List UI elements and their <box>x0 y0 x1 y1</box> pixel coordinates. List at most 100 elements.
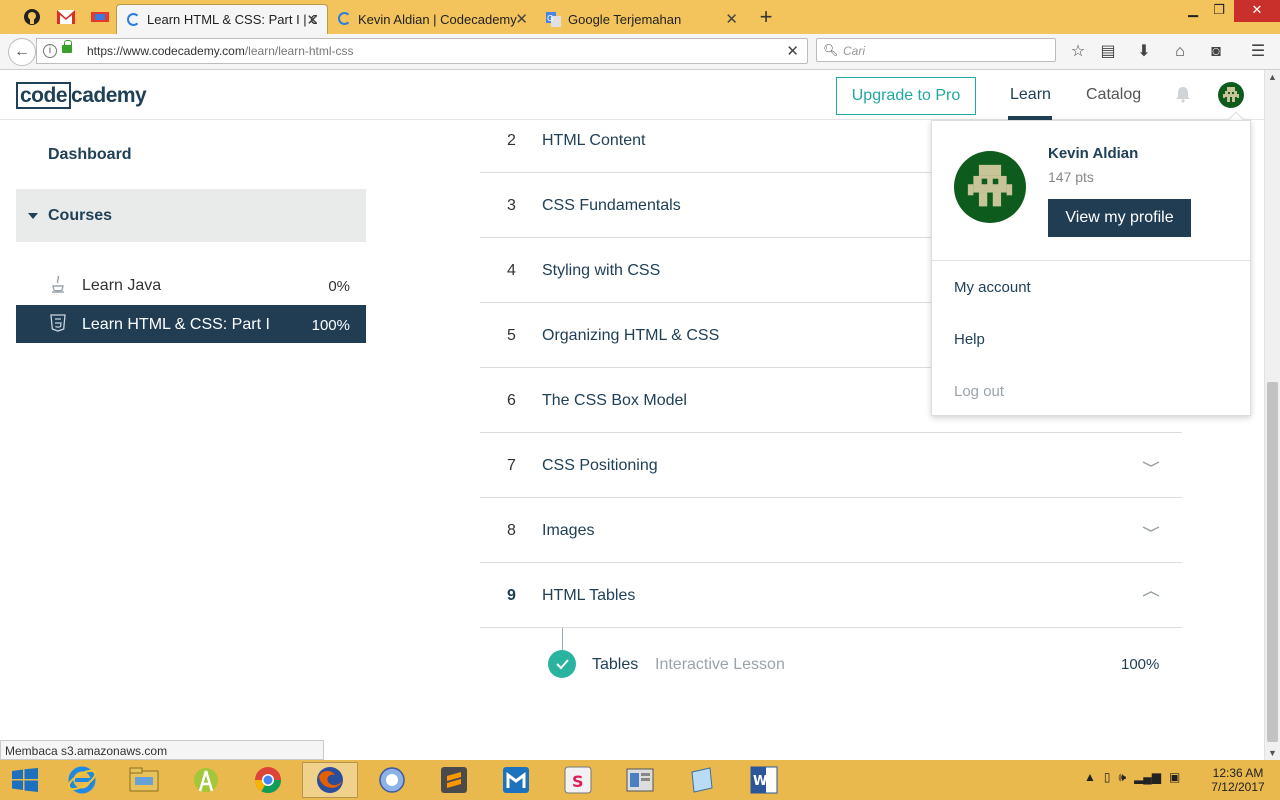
taskbar-window-app[interactable] <box>612 762 668 798</box>
codecademy-logo[interactable]: code cademy <box>16 82 147 109</box>
device-icon[interactable]: ▯ <box>1104 770 1111 790</box>
unit-number: 6 <box>507 392 516 409</box>
unit-title: The CSS Box Model <box>542 392 687 409</box>
system-tray: ▲ ▯ 🕪︎ ▂▄▆ ▣ <box>1084 770 1180 790</box>
taskbar-notepad[interactable] <box>674 762 730 798</box>
taskbar-android-studio[interactable] <box>178 762 234 798</box>
lesson-title-link[interactable]: Tables <box>592 656 638 674</box>
url-bar[interactable]: i https://www.codecademy.com/learn/learn… <box>36 38 808 64</box>
tab-label: Learn HTML & CSS: Part I | C <box>147 12 317 27</box>
unit-number: 9 <box>507 587 516 604</box>
android-studio-icon <box>194 768 218 792</box>
taskbar-clock[interactable]: 12:36 AM 7/12/2017 <box>1205 766 1271 794</box>
taskbar-maxthon[interactable] <box>488 762 544 798</box>
tab-learn-html-css[interactable]: Learn HTML & CSS: Part I | C ✕ <box>116 4 328 34</box>
network-icon[interactable]: ▣ <box>1169 770 1180 790</box>
taskbar-file-explorer[interactable] <box>116 762 172 798</box>
mail-app-icon <box>91 12 109 22</box>
view-profile-button[interactable]: View my profile <box>1048 199 1191 237</box>
course-title: Learn HTML & CSS: Part I <box>82 316 270 333</box>
search-input[interactable]: 🔍︎ Cari <box>816 38 1056 62</box>
unit-row-expanded[interactable]: 9 HTML Tables <box>480 563 1182 628</box>
unit-title: CSS Fundamentals <box>542 197 681 214</box>
stop-loading-icon[interactable]: ✕ <box>786 42 799 60</box>
back-button[interactable]: ← <box>8 38 36 66</box>
user-avatar-button[interactable] <box>1218 82 1244 108</box>
restore-window-button[interactable]: ❐ <box>1204 0 1234 22</box>
sidebar-course-learn-java[interactable]: Learn Java 0% <box>16 266 366 304</box>
logo-cademy: cademy <box>71 84 147 107</box>
scrollbar-thumb[interactable] <box>1267 382 1278 742</box>
windows-start-icon[interactable] <box>12 768 38 792</box>
gmail-pinned-tab[interactable] <box>54 5 78 29</box>
pocket-icon[interactable]: ◙ <box>1206 42 1226 62</box>
word-icon: W <box>750 766 778 794</box>
dropdown-divider <box>932 260 1250 261</box>
loading-spinner-icon <box>127 13 140 26</box>
github-pinned-tab[interactable] <box>20 5 44 29</box>
close-window-button[interactable]: ✕ <box>1234 0 1280 22</box>
unit-number: 2 <box>507 132 516 149</box>
taskbar-chrome[interactable] <box>240 762 296 798</box>
course-title: Learn Java <box>82 277 162 294</box>
chevron-down-icon[interactable] <box>1142 520 1160 538</box>
chevron-down-icon[interactable] <box>1142 455 1160 473</box>
page-scrollbar[interactable]: ▲ ▼ <box>1264 70 1280 760</box>
sidebar-dashboard-link[interactable]: Dashboard <box>48 146 132 164</box>
profile-dropdown-menu: Kevin Aldian 147 pts View my profile My … <box>931 120 1251 416</box>
reading-list-icon[interactable]: ▤ <box>1098 42 1118 62</box>
tab-label: Google Terjemahan <box>568 11 682 27</box>
logo-code: code <box>16 82 72 109</box>
unit-title: Images <box>542 522 595 539</box>
profile-name: Kevin Aldian <box>1048 145 1139 162</box>
taskbar-slack[interactable]: S <box>550 762 606 798</box>
svg-text:G: G <box>547 14 553 23</box>
url-text[interactable]: https://www.codecademy.com/learn/learn-h… <box>87 44 354 58</box>
scroll-down-arrow-icon[interactable]: ▼ <box>1268 748 1277 758</box>
mail-pinned-tab[interactable] <box>88 5 112 29</box>
sidebar-courses-label: Courses <box>48 207 113 224</box>
clock-date: 7/12/2017 <box>1211 780 1265 794</box>
menu-hamburger-icon[interactable]: ☰ <box>1248 42 1268 62</box>
taskbar-app-circle[interactable] <box>364 762 420 798</box>
nav-catalog-link[interactable]: Catalog <box>1086 86 1141 104</box>
unit-row[interactable]: 8 Images <box>480 498 1182 563</box>
close-tab-icon[interactable]: ✕ <box>515 10 528 28</box>
tab-google-terjemahan[interactable]: G Google Terjemahan ✕ <box>538 4 746 34</box>
nav-learn-link[interactable]: Learn <box>1010 86 1051 104</box>
taskbar-firefox[interactable] <box>302 762 358 798</box>
sidebar-courses-toggle[interactable]: Courses <box>16 189 366 242</box>
unit-row[interactable]: 7 CSS Positioning <box>480 433 1182 498</box>
show-hidden-icons-icon[interactable]: ▲ <box>1084 770 1096 790</box>
volume-icon[interactable]: 🕪︎ <box>1119 770 1127 790</box>
tab-label: Kevin Aldian | Codecademy <box>358 11 517 27</box>
notepad-icon <box>691 767 713 793</box>
svg-text:S: S <box>572 772 584 791</box>
lesson-complete-badge <box>548 650 576 678</box>
scroll-up-arrow-icon[interactable]: ▲ <box>1268 72 1277 82</box>
sidebar-course-learn-html-css[interactable]: Learn HTML & CSS: Part I 100% <box>16 305 366 343</box>
taskbar-internet-explorer[interactable] <box>54 762 110 798</box>
logout-link[interactable]: Log out <box>954 383 1004 400</box>
lesson-type: Interactive Lesson <box>655 656 785 673</box>
close-tab-icon[interactable]: ✕ <box>306 11 319 29</box>
taskbar-sublime-text[interactable] <box>426 762 482 798</box>
download-icon[interactable]: ⬇ <box>1134 42 1154 62</box>
slack-icon: S <box>564 766 592 794</box>
chevron-up-icon[interactable] <box>1142 585 1160 603</box>
unit-title: HTML Content <box>542 132 646 149</box>
signal-icon[interactable]: ▂▄▆ <box>1134 770 1161 790</box>
bookmark-star-icon[interactable]: ☆ <box>1068 42 1088 62</box>
close-tab-icon[interactable]: ✕ <box>725 10 738 28</box>
windows-taskbar: S W ▲ ▯ 🕪︎ ▂▄▆ ▣ 12:36 AM 7/12/2017 <box>0 760 1280 800</box>
site-info-icon[interactable]: i <box>43 44 57 58</box>
taskbar-word[interactable]: W <box>736 762 792 798</box>
home-icon[interactable]: ⌂ <box>1170 42 1190 62</box>
new-tab-button[interactable]: + <box>754 4 778 30</box>
tab-kevin-aldian[interactable]: Kevin Aldian | Codecademy ✕ <box>328 4 536 34</box>
firefox-icon <box>317 767 343 793</box>
java-icon <box>52 275 64 293</box>
my-account-link[interactable]: My account <box>954 279 1031 296</box>
notification-bell-icon[interactable] <box>1174 85 1192 103</box>
help-link[interactable]: Help <box>954 331 985 348</box>
